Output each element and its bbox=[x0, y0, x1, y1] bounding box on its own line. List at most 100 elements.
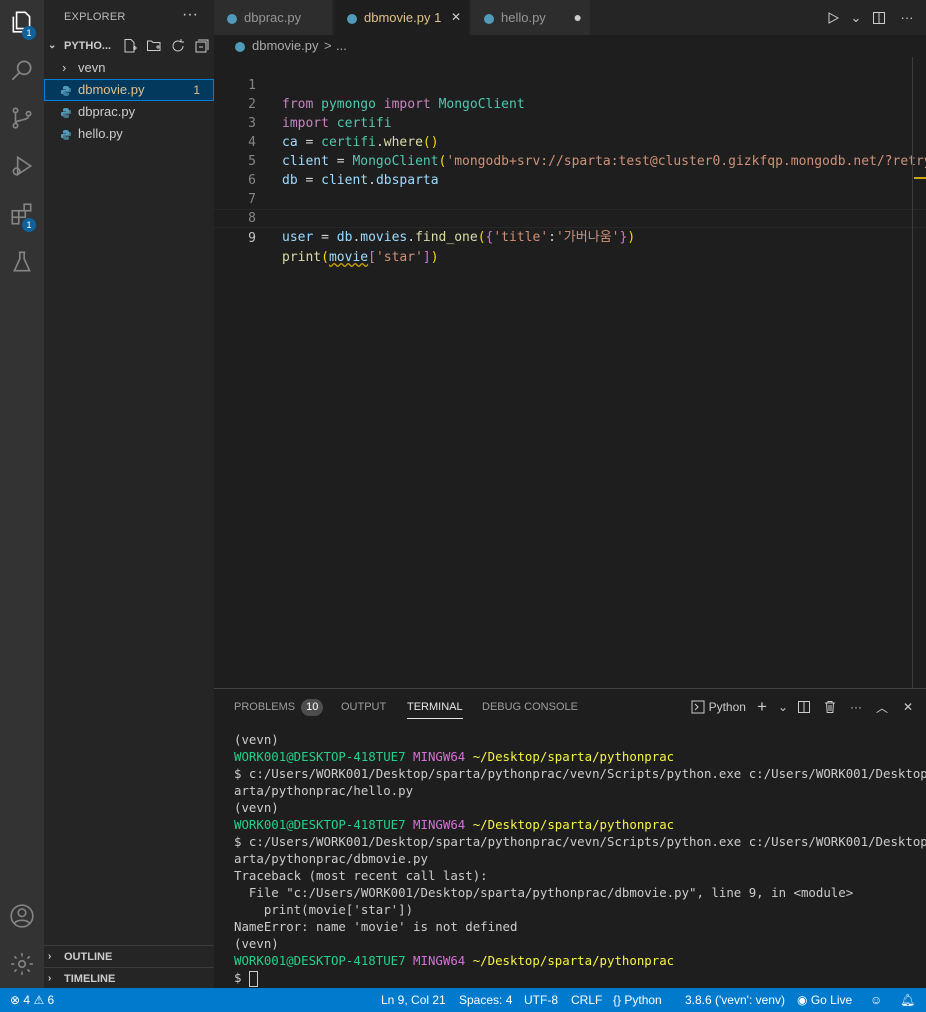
account-icon[interactable] bbox=[0, 894, 44, 938]
extensions-icon[interactable]: 1 bbox=[0, 192, 44, 236]
outline-section[interactable]: › OUTLINE bbox=[44, 945, 214, 968]
more-actions-icon[interactable]: ··· bbox=[846, 696, 866, 718]
chevron-down-icon[interactable]: ⌄ bbox=[850, 7, 862, 29]
breadcrumb-symbols[interactable]: ... bbox=[336, 35, 347, 57]
tree-item-dbmovie[interactable]: dbmovie.py 1 bbox=[44, 79, 214, 101]
activity-bar: 1 1 bbox=[0, 0, 44, 988]
problems-count-badge: 10 bbox=[301, 699, 324, 716]
tree-item-vevn[interactable]: › vevn bbox=[44, 57, 214, 79]
encoding[interactable]: UTF-8 bbox=[524, 988, 558, 1012]
chevron-down-icon: ⌄ bbox=[48, 40, 57, 51]
timeline-section[interactable]: › TIMELINE bbox=[44, 967, 214, 990]
tree-item-hello[interactable]: hello.py bbox=[44, 123, 214, 145]
terminal-line: (vevn) bbox=[234, 936, 279, 951]
terminal-line: WORK001@DESKTOP-418TUE7 MINGW64 ~/Deskto… bbox=[234, 748, 926, 765]
breadcrumb-file[interactable]: dbmovie.py bbox=[252, 35, 318, 57]
python-file-icon bbox=[234, 35, 246, 57]
tab-output[interactable]: OUTPUT bbox=[341, 689, 386, 725]
error-count: 4 bbox=[23, 993, 31, 1007]
feedback-icon[interactable]: ☺ bbox=[870, 988, 882, 1012]
line-ending[interactable]: CRLF bbox=[571, 988, 602, 1012]
tab-terminal[interactable]: TERMINAL bbox=[407, 689, 463, 725]
prompt-user: WORK001@DESKTOP-418TUE7 bbox=[234, 817, 406, 832]
tree-item-label: dbprac.py bbox=[78, 104, 136, 119]
trash-icon[interactable] bbox=[820, 696, 840, 718]
line-number: 9 bbox=[248, 231, 256, 246]
collapse-all-icon[interactable] bbox=[192, 37, 212, 55]
tab-debug-console[interactable]: DEBUG CONSOLE bbox=[482, 689, 578, 725]
close-panel-icon[interactable]: ✕ bbox=[898, 696, 918, 718]
extensions-badge: 1 bbox=[22, 218, 36, 232]
terminal-shell-selector[interactable]: Python bbox=[691, 696, 746, 718]
tab-label: hello.py bbox=[501, 10, 546, 25]
terminal-line: (vevn) bbox=[234, 800, 279, 815]
more-actions-icon[interactable]: ··· bbox=[896, 7, 918, 29]
line-content: print(movie['star']) bbox=[282, 250, 439, 265]
chevron-down-icon[interactable]: ⌄ bbox=[778, 696, 788, 718]
language-label: Python bbox=[624, 993, 662, 1007]
maximize-panel-icon[interactable]: ︿ bbox=[872, 696, 892, 718]
overview-ruler[interactable] bbox=[912, 57, 913, 688]
problem-count: 1 bbox=[193, 83, 200, 97]
prompt-path: ~/Desktop/sparta/pythonprac bbox=[472, 953, 675, 968]
terminal-output[interactable]: (vevn) WORK001@DESKTOP-418TUE7 MINGW64 ~/… bbox=[234, 731, 926, 987]
python-file-icon bbox=[483, 0, 495, 35]
new-folder-icon[interactable] bbox=[144, 37, 164, 55]
panel-actions: Python + ⌄ ··· ︿ ✕ bbox=[691, 689, 918, 725]
tab-hello[interactable]: hello.py ● bbox=[471, 0, 591, 35]
breadcrumb-separator: > bbox=[324, 38, 332, 53]
split-terminal-icon[interactable] bbox=[794, 696, 814, 718]
code-editor[interactable]: 1 from pymongo import MongoClient 2 impo… bbox=[214, 57, 926, 688]
new-file-icon[interactable] bbox=[120, 37, 140, 55]
terminal-line: arta/pythonprac/dbmovie.py bbox=[234, 851, 428, 866]
breadcrumb: dbmovie.py > ... bbox=[214, 35, 926, 57]
editor-actions: ⌄ ··· bbox=[822, 0, 926, 35]
prompt-env: MINGW64 bbox=[405, 953, 473, 968]
run-icon[interactable] bbox=[822, 7, 844, 29]
prompt-path: ~/Desktop/sparta/pythonprac bbox=[472, 749, 675, 764]
go-live-label: Go Live bbox=[810, 993, 853, 1007]
cursor-position[interactable]: Ln 9, Col 21 bbox=[381, 988, 446, 1012]
settings-gear-icon[interactable] bbox=[0, 942, 44, 986]
braces-icon: {} bbox=[613, 993, 622, 1007]
explorer-sidebar: EXPLORER ··· ⌄ PYTHO... › vevn dbmovie.p… bbox=[44, 0, 214, 988]
line-content: user = db.movies.find_one({'title':'가버나움… bbox=[282, 230, 636, 245]
more-actions-icon[interactable]: ··· bbox=[182, 6, 198, 24]
language-mode[interactable]: {} Python bbox=[613, 988, 662, 1012]
search-icon[interactable] bbox=[0, 48, 44, 92]
python-file-icon bbox=[60, 79, 72, 101]
python-interpreter[interactable]: 3.8.6 ('vevn': venv) bbox=[685, 988, 785, 1012]
unsaved-dot-icon[interactable]: ● bbox=[574, 0, 582, 35]
run-debug-icon[interactable] bbox=[0, 144, 44, 188]
tab-dbprac[interactable]: dbprac.py bbox=[214, 0, 333, 35]
new-terminal-icon[interactable]: + bbox=[752, 696, 772, 718]
source-control-icon[interactable] bbox=[0, 96, 44, 140]
bottom-panel: PROBLEMS 10 OUTPUT TERMINAL DEBUG CONSOLE… bbox=[214, 688, 926, 988]
refresh-icon[interactable] bbox=[168, 37, 188, 55]
tree-item-label: vevn bbox=[78, 60, 106, 75]
prompt-user: WORK001@DESKTOP-418TUE7 bbox=[234, 953, 406, 968]
explorer-icon[interactable]: 1 bbox=[0, 0, 44, 44]
split-editor-icon[interactable] bbox=[868, 7, 890, 29]
code-line: 4 client = MongoClient('mongodb+srv://sp… bbox=[214, 114, 926, 169]
testing-icon[interactable] bbox=[0, 240, 44, 284]
notifications-bell-icon[interactable]: 🔔︎ bbox=[900, 988, 915, 1012]
tree-item-dbprac[interactable]: dbprac.py bbox=[44, 101, 214, 123]
prompt-path: ~/Desktop/sparta/pythonprac bbox=[472, 817, 675, 832]
tab-label: dbmovie.py 1 bbox=[364, 10, 442, 25]
chevron-right-icon: › bbox=[62, 60, 67, 75]
go-live-button[interactable]: ◉ Go Live bbox=[797, 988, 852, 1012]
close-icon[interactable]: ✕ bbox=[451, 0, 461, 35]
terminal-shell-name: Python bbox=[708, 700, 746, 714]
tab-problems[interactable]: PROBLEMS 10 bbox=[234, 689, 324, 725]
code-line: 8 user = db.movies.find_one({'title':'가버… bbox=[214, 190, 926, 245]
tab-dbmovie[interactable]: dbmovie.py 1 ✕ bbox=[334, 0, 470, 35]
tree-item-label: dbmovie.py bbox=[78, 82, 145, 97]
terminal-line: NameError: name 'movie' is not defined bbox=[234, 919, 518, 934]
python-file-icon bbox=[60, 123, 72, 145]
prompt-env: MINGW64 bbox=[405, 749, 473, 764]
indentation[interactable]: Spaces: 4 bbox=[459, 988, 512, 1012]
problems-status[interactable]: ⊗ 4 ⚠ 6 bbox=[10, 988, 54, 1012]
terminal-line: arta/pythonprac/hello.py bbox=[234, 783, 414, 798]
warning-icon: ⚠ bbox=[33, 993, 45, 1007]
